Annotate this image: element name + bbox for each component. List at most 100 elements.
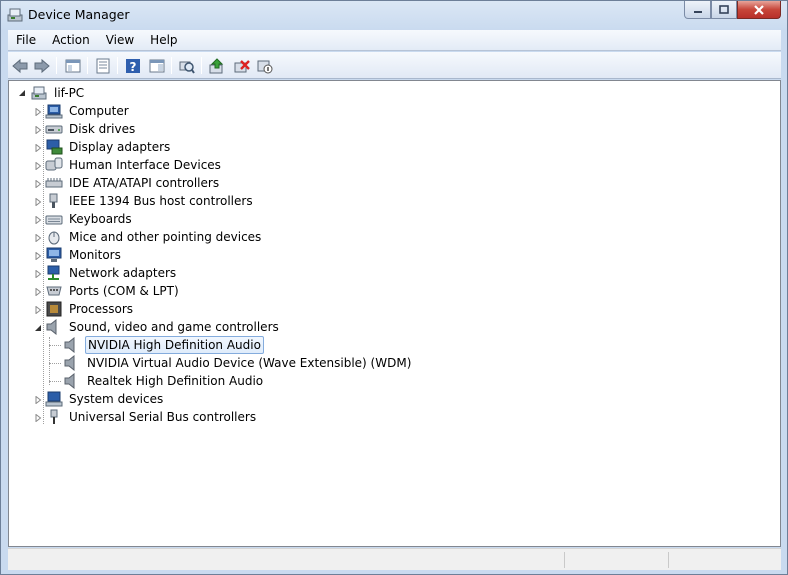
minimize-button[interactable] xyxy=(684,1,711,19)
status-bar xyxy=(8,548,781,570)
tree-category-node[interactable]: Network adapters xyxy=(33,264,178,282)
scan-hardware-button[interactable] xyxy=(177,56,197,75)
minimize-icon xyxy=(693,10,702,13)
tree-root-label: lif-PC xyxy=(54,86,85,100)
collapse-triangle-icon[interactable] xyxy=(33,323,42,332)
tree-device-node[interactable]: Realtek High Definition Audio xyxy=(63,372,265,390)
tree-category-node[interactable]: Keyboards xyxy=(33,210,134,228)
expand-triangle-icon[interactable] xyxy=(33,269,42,278)
close-button[interactable] xyxy=(737,1,781,19)
device-manager-app-icon xyxy=(7,7,23,23)
tree-category-label: System devices xyxy=(69,392,164,406)
tree-category-label: Universal Serial Bus controllers xyxy=(69,410,257,424)
tree-device-label: NVIDIA Virtual Audio Device (Wave Extens… xyxy=(87,356,412,370)
back-button[interactable] xyxy=(10,56,30,75)
tree-root-node[interactable]: lif-PC xyxy=(17,84,86,102)
device-manager-window: Device Manager File Action View Help ? l… xyxy=(0,0,788,575)
menu-bar: File Action View Help xyxy=(8,30,781,51)
tree-category-label: Network adapters xyxy=(69,266,177,280)
caption-buttons xyxy=(684,1,781,20)
svg-text:?: ? xyxy=(130,60,137,74)
tree-category-node[interactable]: Human Interface Devices xyxy=(33,156,223,174)
tree-category-label: Sound, video and game controllers xyxy=(69,320,279,334)
tree-category-node[interactable]: Universal Serial Bus controllers xyxy=(33,408,258,426)
speaker-icon xyxy=(45,319,63,335)
mouse-icon xyxy=(45,229,63,245)
show-hide-console-tree-icon xyxy=(65,59,81,72)
disk-drive-icon xyxy=(45,121,63,137)
network-adapter-icon xyxy=(45,265,63,281)
ide-controller-icon xyxy=(45,175,63,191)
audio-device-icon xyxy=(63,337,81,353)
toolbar: ? xyxy=(8,52,781,79)
tree-category-label: Disk drives xyxy=(69,122,136,136)
system-devices-icon xyxy=(45,391,63,407)
properties-button[interactable] xyxy=(93,56,113,75)
maximize-icon xyxy=(719,4,729,14)
maximize-button[interactable] xyxy=(711,1,737,19)
expand-triangle-icon[interactable] xyxy=(33,161,42,170)
expand-triangle-icon[interactable] xyxy=(33,143,42,152)
tree-category-label: Human Interface Devices xyxy=(69,158,221,172)
expand-triangle-icon[interactable] xyxy=(33,305,42,314)
action-pane-button[interactable] xyxy=(147,56,167,75)
tree-category-node[interactable]: System devices xyxy=(33,390,165,408)
tree-category-node[interactable]: IDE ATA/ATAPI controllers xyxy=(33,174,221,192)
tree-category-node[interactable]: Computer xyxy=(33,102,131,120)
menu-file[interactable]: File xyxy=(8,30,44,51)
ieee1394-icon xyxy=(45,193,63,209)
menu-action[interactable]: Action xyxy=(44,30,98,51)
tree-device-label: NVIDIA High Definition Audio xyxy=(85,336,264,354)
tree-category-node[interactable]: Mice and other pointing devices xyxy=(33,228,263,246)
expand-triangle-icon[interactable] xyxy=(33,251,42,260)
tree-category-node[interactable]: Disk drives xyxy=(33,120,137,138)
status-pane xyxy=(564,552,565,568)
expand-triangle-icon[interactable] xyxy=(33,233,42,242)
usb-icon xyxy=(45,409,63,425)
port-icon xyxy=(45,283,63,299)
title-bar[interactable]: Device Manager xyxy=(1,1,787,29)
update-driver-icon xyxy=(209,57,224,73)
menu-help[interactable]: Help xyxy=(142,30,185,51)
back-arrow-icon xyxy=(12,58,28,73)
tree-category-node[interactable]: Sound, video and game controllers xyxy=(33,318,281,336)
menu-view[interactable]: View xyxy=(98,30,142,51)
tree-category-label: Processors xyxy=(69,302,134,316)
tree-category-node[interactable]: Ports (COM & LPT) xyxy=(33,282,181,300)
expand-triangle-icon[interactable] xyxy=(33,107,42,116)
display-adapter-icon xyxy=(45,139,63,155)
help-button[interactable]: ? xyxy=(123,56,143,75)
tree-category-label: IEEE 1394 Bus host controllers xyxy=(69,194,253,208)
audio-device-icon xyxy=(63,373,81,389)
computer-icon xyxy=(45,103,63,119)
collapse-triangle-icon[interactable] xyxy=(17,88,26,97)
expand-triangle-icon[interactable] xyxy=(33,197,42,206)
expand-triangle-icon[interactable] xyxy=(33,215,42,224)
show-hide-console-tree-button[interactable] xyxy=(63,56,83,75)
tree-device-label: Realtek High Definition Audio xyxy=(87,374,264,388)
keyboard-icon xyxy=(45,211,63,227)
uninstall-button[interactable] xyxy=(232,56,252,75)
monitor-icon xyxy=(45,247,63,263)
tree-category-node[interactable]: IEEE 1394 Bus host controllers xyxy=(33,192,255,210)
tree-category-label: Mice and other pointing devices xyxy=(69,230,262,244)
hid-icon xyxy=(45,157,63,173)
tree-category-label: Monitors xyxy=(69,248,121,262)
tree-category-node[interactable]: Display adapters xyxy=(33,138,172,156)
disable-device-button[interactable] xyxy=(255,56,275,75)
properties-icon xyxy=(96,58,110,73)
action-pane-icon xyxy=(149,59,165,72)
expand-triangle-icon[interactable] xyxy=(33,125,42,134)
expand-triangle-icon[interactable] xyxy=(33,287,42,296)
tree-category-node[interactable]: Processors xyxy=(33,300,135,318)
forward-button[interactable] xyxy=(32,56,52,75)
forward-arrow-icon xyxy=(34,58,50,73)
expand-triangle-icon[interactable] xyxy=(33,179,42,188)
tree-device-node[interactable]: NVIDIA Virtual Audio Device (Wave Extens… xyxy=(63,354,413,372)
update-driver-button[interactable] xyxy=(207,56,227,75)
tree-device-node[interactable]: NVIDIA High Definition Audio xyxy=(63,336,264,354)
status-pane xyxy=(668,552,669,568)
tree-category-node[interactable]: Monitors xyxy=(33,246,123,264)
expand-triangle-icon[interactable] xyxy=(33,395,42,404)
expand-triangle-icon[interactable] xyxy=(33,413,42,422)
